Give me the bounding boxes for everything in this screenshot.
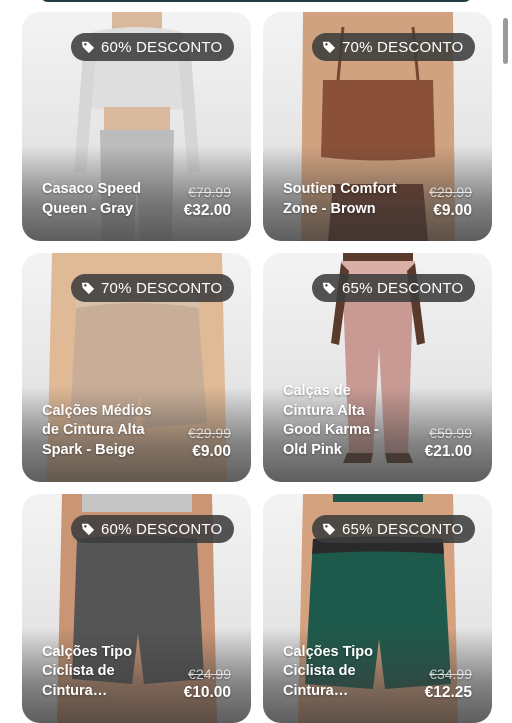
discount-badge: 60% DESCONTO (71, 33, 235, 61)
original-price: €29.99 (188, 425, 231, 441)
scrollbar-thumb[interactable] (503, 18, 508, 64)
product-card[interactable]: 60% DESCONTO Calções Tipo Ciclista de Ci… (22, 494, 251, 723)
sale-price: €10.00 (183, 684, 231, 701)
price-block: €59.99 €21.00 (425, 424, 472, 462)
product-card[interactable]: 70% DESCONTO Soutien Comfort Zone - Brow… (263, 12, 492, 241)
discount-badge: 60% DESCONTO (71, 515, 235, 543)
price-block: €34.99 €12.25 (425, 665, 472, 703)
original-price: €59.99 (429, 425, 472, 441)
tag-icon (322, 282, 336, 295)
price-block: €24.99 €10.00 (184, 665, 231, 703)
sale-price: €9.00 (192, 443, 231, 460)
product-title: Casaco Speed Queen - Gray (42, 181, 142, 217)
product-title: Calções Tipo Ciclista de Cintura Regular… (42, 643, 132, 699)
product-grid: 60% DESCONTO Casaco Speed Queen - Gray €… (22, 12, 492, 723)
discount-badge: 70% DESCONTO (71, 274, 235, 302)
discount-badge: 65% DESCONTO (312, 515, 476, 543)
discount-text: 70% DESCONTO (342, 38, 464, 56)
discount-text: 60% DESCONTO (101, 520, 223, 538)
discount-text: 70% DESCONTO (101, 279, 223, 297)
top-bar-edge (40, 0, 472, 2)
tag-icon (322, 523, 336, 536)
tag-icon (81, 41, 95, 54)
discount-badge: 70% DESCONTO (312, 33, 476, 61)
product-title: Calças de Cintura Alta Good Karma - Old … (283, 383, 379, 458)
tag-icon (322, 41, 336, 54)
discount-text: 60% DESCONTO (101, 38, 223, 56)
price-block: €29.99 €9.00 (429, 183, 472, 221)
discount-text: 65% DESCONTO (342, 520, 464, 538)
product-card[interactable]: 60% DESCONTO Casaco Speed Queen - Gray €… (22, 12, 251, 241)
tag-icon (81, 523, 95, 536)
product-title: Calções Médios de Cintura Alta Spark - B… (42, 402, 152, 458)
product-title: Soutien Comfort Zone - Brown (283, 181, 397, 217)
product-title: Calções Tipo Ciclista de Cintura Regular… (283, 643, 373, 699)
sale-price: €12.25 (424, 684, 472, 701)
original-price: €79.99 (188, 184, 231, 200)
tag-icon (81, 282, 95, 295)
product-card[interactable]: 65% DESCONTO Calções Tipo Ciclista de Ci… (263, 494, 492, 723)
original-price: €24.99 (188, 666, 231, 682)
product-card[interactable]: 65% DESCONTO Calças de Cintura Alta Good… (263, 253, 492, 482)
discount-badge: 65% DESCONTO (312, 274, 476, 302)
sale-price: €32.00 (183, 202, 231, 219)
sale-price: €9.00 (433, 202, 472, 219)
price-block: €79.99 €32.00 (184, 183, 231, 221)
sale-price: €21.00 (424, 443, 472, 460)
product-card[interactable]: 70% DESCONTO Calções Médios de Cintura A… (22, 253, 251, 482)
original-price: €29.99 (429, 184, 472, 200)
price-block: €29.99 €9.00 (188, 424, 231, 462)
discount-text: 65% DESCONTO (342, 279, 464, 297)
original-price: €34.99 (429, 666, 472, 682)
